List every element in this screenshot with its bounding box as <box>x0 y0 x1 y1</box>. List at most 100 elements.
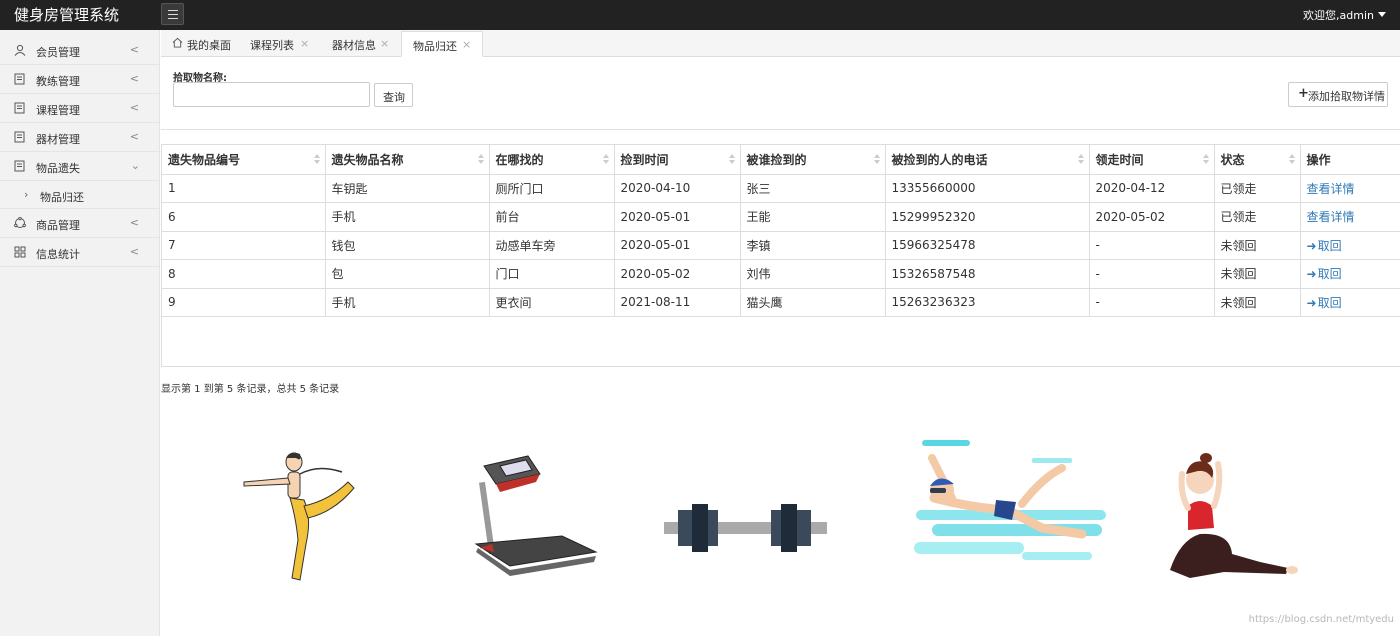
welcome-text: 欢迎您,admin <box>1303 9 1374 22</box>
query-button[interactable]: 查询 <box>374 83 413 107</box>
column-header[interactable]: 领走时间 <box>1089 145 1215 175</box>
treadmill-illustration <box>474 455 598 576</box>
search-panel: 拾取物名称: 查询 + 添加拾取物详情 <box>161 57 1400 130</box>
sidebar-item-products[interactable]: 商品管理 < <box>0 209 159 238</box>
table-cell: 手机 <box>325 202 490 232</box>
column-header[interactable]: 状态 <box>1214 145 1301 175</box>
menu-toggle-button[interactable] <box>161 3 184 25</box>
sidebar-item-lost-items[interactable]: 物品遗失 ⌄ <box>0 152 159 181</box>
table-cell: - <box>1089 231 1215 260</box>
add-button-label: 添加拾取物详情 <box>1308 90 1385 103</box>
table-cell: 2020-05-01 <box>614 231 741 260</box>
sort-icon <box>477 154 484 165</box>
table-cell: 2020-04-10 <box>614 174 741 203</box>
retrieve-link[interactable]: ➜取回 <box>1307 239 1342 253</box>
column-header[interactable]: 遗失物品编号 <box>162 145 326 175</box>
column-header[interactable]: 在哪找的 <box>489 145 615 175</box>
chevron-left-icon: < <box>129 72 139 85</box>
view-details-link[interactable]: 查看详情 <box>1307 210 1355 224</box>
sidebar-item-label: 课程管理 <box>36 104 80 117</box>
table-cell: 未领回 <box>1214 259 1301 289</box>
document-icon <box>14 73 25 85</box>
table-cell: 动感单车旁 <box>489 231 615 260</box>
sort-icon <box>1077 154 1084 165</box>
column-header[interactable]: 被捡到的人的电话 <box>885 145 1090 175</box>
app-title: 健身房管理系统 <box>14 6 120 24</box>
retrieve-link[interactable]: ➜取回 <box>1307 267 1342 281</box>
sidebar-item-coaches[interactable]: 教练管理 < <box>0 65 159 94</box>
retrieve-link[interactable]: ➜取回 <box>1307 296 1342 310</box>
table-cell: 2020-04-12 <box>1089 174 1215 203</box>
swimmer-illustration <box>914 440 1106 560</box>
table-cell: 15299952320 <box>885 202 1090 232</box>
document-icon <box>14 102 25 114</box>
table-cell: 已领走 <box>1214 202 1301 232</box>
pagination-summary: 显示第 1 到第 5 条记录，总共 5 条记录 <box>161 384 340 395</box>
table-cell: 王能 <box>740 202 886 232</box>
arrow-right-icon: ➜ <box>1306 238 1317 253</box>
view-details-link[interactable]: 查看详情 <box>1307 182 1355 196</box>
close-icon[interactable]: × <box>462 38 471 51</box>
sidebar-item-label: 商品管理 <box>36 219 80 232</box>
lost-items-table: 遗失物品编号 遗失物品名称 在哪找的 捡到时间 被谁捡到的 被捡到的人的电话 领… <box>161 144 1400 367</box>
table-cell: 未领回 <box>1214 288 1301 317</box>
close-icon[interactable]: × <box>300 37 309 50</box>
table-cell: 15263236323 <box>885 288 1090 317</box>
dumbbell-illustration <box>664 504 827 552</box>
action-cell: 查看详情 <box>1300 174 1400 203</box>
sort-icon <box>728 154 735 165</box>
table-cell: 张三 <box>740 174 886 203</box>
tab-course-list[interactable]: 课程列表 × <box>241 31 319 57</box>
sidebar: 会员管理 < 教练管理 < 课程管理 < 器材管理 < 物品遗失 ⌄ › 物品归… <box>0 30 160 636</box>
column-header[interactable]: 遗失物品名称 <box>325 145 490 175</box>
table-cell: 已领走 <box>1214 174 1301 203</box>
table-cell: 15966325478 <box>885 231 1090 260</box>
tab-label: 物品归还 <box>413 40 457 53</box>
table-cell: 刘伟 <box>740 259 886 289</box>
close-icon[interactable]: × <box>380 37 389 50</box>
sidebar-item-courses[interactable]: 课程管理 < <box>0 94 159 123</box>
sort-icon <box>873 154 880 165</box>
add-found-item-button[interactable]: + 添加拾取物详情 <box>1288 82 1388 107</box>
user-menu[interactable]: 欢迎您,admin <box>1303 7 1386 23</box>
action-cell: ➜取回 <box>1300 259 1400 289</box>
table-cell: 更衣间 <box>489 288 615 317</box>
table-cell: 未领回 <box>1214 231 1301 260</box>
table-cell: 6 <box>162 202 326 232</box>
table-row: 9 手机 更衣间 2021-08-11 猫头鹰 15263236323 - 未领… <box>162 288 1400 317</box>
caret-down-icon <box>1378 12 1386 17</box>
item-name-search-input[interactable] <box>173 82 370 107</box>
sidebar-item-label: 会员管理 <box>36 46 80 59</box>
table-cell: 前台 <box>489 202 615 232</box>
table-row: 8 包 门口 2020-05-02 刘伟 15326587548 - 未领回 ➜… <box>162 259 1400 289</box>
tab-item-return[interactable]: 物品归还 × <box>401 31 483 57</box>
column-header[interactable]: 捡到时间 <box>614 145 741 175</box>
chevron-left-icon: < <box>129 101 139 114</box>
document-icon <box>14 131 25 143</box>
table-cell: 包 <box>325 259 490 289</box>
arrow-right-icon: ➜ <box>1306 267 1317 282</box>
stretching-woman-illustration <box>1170 453 1298 578</box>
sidebar-item-statistics[interactable]: 信息统计 < <box>0 238 159 267</box>
table-cell: 车钥匙 <box>325 174 490 203</box>
table-cell: 7 <box>162 231 326 260</box>
tab-equipment-info[interactable]: 器材信息 × <box>323 31 399 57</box>
sidebar-item-equipment[interactable]: 器材管理 < <box>0 123 159 152</box>
table-row: 1 车钥匙 厕所门口 2020-04-10 张三 13355660000 202… <box>162 174 1400 203</box>
tab-my-desktop[interactable]: 我的桌面 <box>161 31 237 57</box>
table-row: 6 手机 前台 2020-05-01 王能 15299952320 2020-0… <box>162 202 1400 232</box>
sidebar-item-label: 物品遗失 <box>36 162 80 175</box>
sidebar-item-label: 信息统计 <box>36 248 80 261</box>
sidebar-subitem-item-return[interactable]: › 物品归还 <box>0 181 159 209</box>
table-cell: 9 <box>162 288 326 317</box>
table-cell: - <box>1089 288 1215 317</box>
cube-icon <box>14 217 26 228</box>
action-cell: 查看详情 <box>1300 202 1400 232</box>
table-cell: 厕所门口 <box>489 174 615 203</box>
sidebar-item-members[interactable]: 会员管理 < <box>0 36 159 65</box>
home-icon <box>172 37 183 48</box>
column-header[interactable]: 被谁捡到的 <box>740 145 886 175</box>
document-icon <box>14 160 25 172</box>
table-cell: 13355660000 <box>885 174 1090 203</box>
user-icon <box>14 44 26 56</box>
